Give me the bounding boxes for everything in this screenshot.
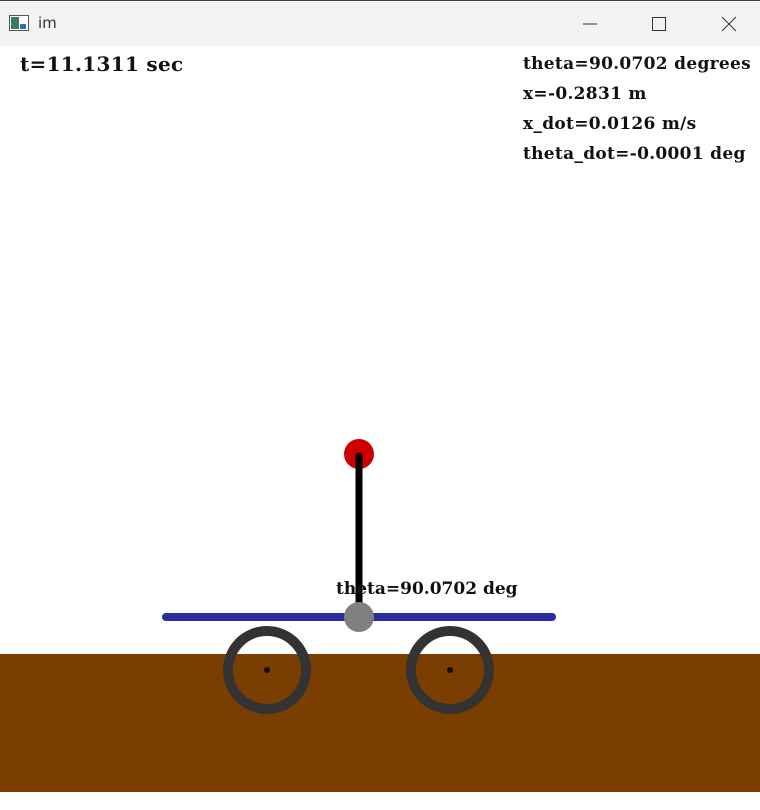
app-window: im t=11.1311 sec theta=90.0702 degrees x… <box>0 0 760 810</box>
right-wheel <box>406 626 494 714</box>
left-wheel <box>223 626 311 714</box>
title-bar[interactable]: im <box>0 0 760 46</box>
minimize-button[interactable] <box>555 1 625 47</box>
window-title: im <box>38 14 57 32</box>
maximize-button[interactable] <box>624 1 694 47</box>
pivot-joint <box>344 602 374 632</box>
cart-pole-scene <box>162 439 556 714</box>
simulation-canvas: t=11.1311 sec theta=90.0702 degrees x=-0… <box>0 46 760 792</box>
close-icon <box>721 16 737 32</box>
close-button[interactable] <box>694 1 760 47</box>
maximize-icon <box>652 17 666 31</box>
app-icon <box>9 15 29 31</box>
minimize-icon <box>583 23 597 25</box>
cart-theta-label: theta=90.0702 deg <box>336 579 518 599</box>
bottom-edge <box>0 792 760 810</box>
